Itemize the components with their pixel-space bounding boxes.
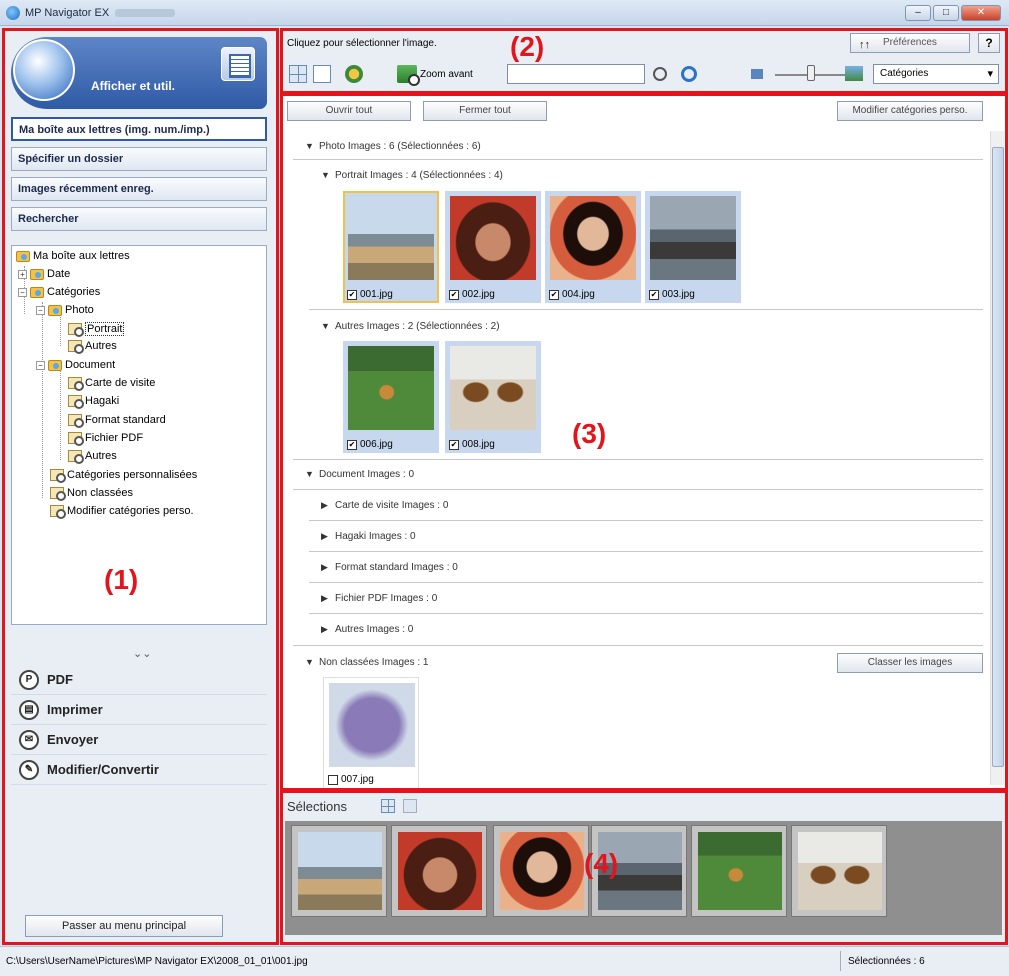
blurred-version-text xyxy=(115,8,176,17)
status-file-path: C:\Users\UserName\Pictures\MP Navigator … xyxy=(6,956,308,967)
callout-label-2: (2) xyxy=(510,31,545,62)
callout-label-4: (4) xyxy=(584,848,619,879)
callout-box-1 xyxy=(2,28,279,945)
status-selected-count: Sélectionnées : 6 xyxy=(848,956,925,967)
app-icon xyxy=(6,5,20,20)
title-bar: MP Navigator EX – □ ✕ xyxy=(0,0,1009,26)
close-button[interactable]: ✕ xyxy=(961,5,1001,21)
callout-label-1: (1) xyxy=(104,564,139,595)
callout-box-3 xyxy=(280,93,1008,791)
maximize-button[interactable]: □ xyxy=(933,5,959,21)
callout-box-2 xyxy=(280,28,1008,94)
callout-label-3: (3) xyxy=(572,418,607,449)
callout-box-4 xyxy=(280,790,1008,945)
window-title: MP Navigator EX xyxy=(25,6,110,19)
minimize-button[interactable]: – xyxy=(905,5,931,21)
status-bar: C:\Users\UserName\Pictures\MP Navigator … xyxy=(0,946,1009,976)
